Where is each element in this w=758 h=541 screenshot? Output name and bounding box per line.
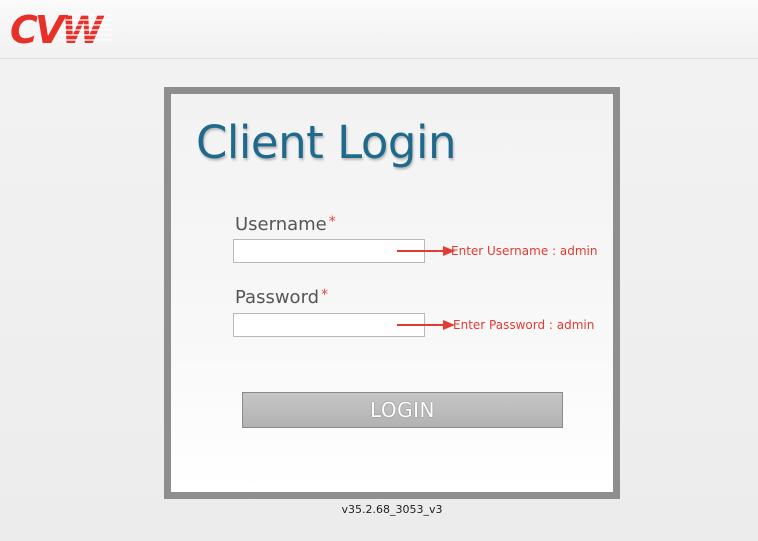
login-card: Client Login Username * Enter Username : … — [171, 94, 613, 492]
header-bar: CVW — [0, 0, 758, 59]
username-label-group: Username * — [235, 214, 336, 235]
username-hint: Enter Username : admin — [451, 244, 598, 258]
password-hint: Enter Password : admin — [453, 318, 595, 332]
username-label: Username — [235, 214, 327, 235]
username-hint-arrow-icon — [397, 246, 455, 256]
required-marker: * — [328, 214, 336, 230]
login-card-frame: Client Login Username * Enter Username : … — [164, 87, 620, 499]
version-label: v35.2.68_3053_v3 — [341, 503, 443, 516]
page-title: Client Login — [196, 116, 456, 169]
password-label: Password — [235, 287, 320, 308]
password-label-group: Password * — [235, 287, 328, 308]
required-marker: * — [321, 287, 329, 303]
login-button[interactable]: LOGIN — [242, 392, 563, 428]
cvw-logo: CVW — [10, 8, 112, 51]
password-hint-arrow-icon — [397, 320, 455, 330]
login-page: CVW Client Login Username * Enter Userna… — [0, 0, 758, 541]
